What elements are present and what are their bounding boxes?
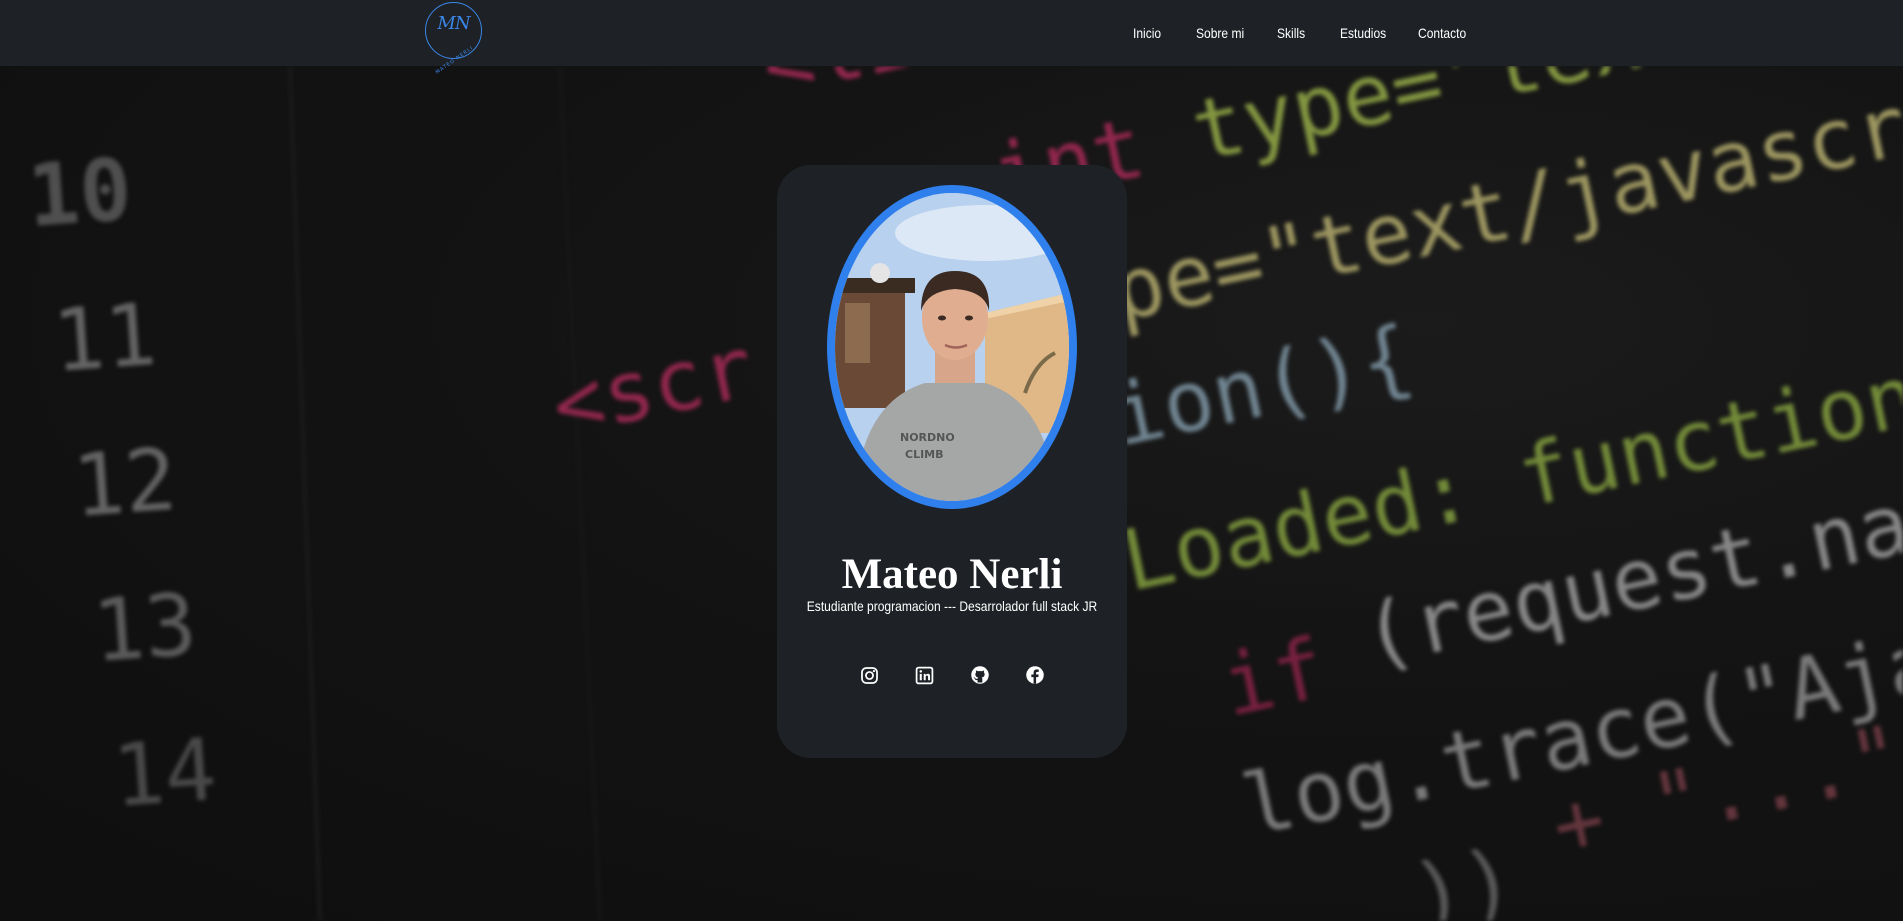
linkedin-link[interactable] [915, 665, 935, 685]
logo-mark: MN [437, 13, 470, 34]
nav-link-skills[interactable]: Skills [1277, 25, 1305, 41]
instagram-link[interactable] [860, 665, 880, 685]
svg-text:NORDNO: NORDNO [900, 431, 955, 444]
avatar-photo: NORDNO CLIMB [835, 193, 1069, 501]
nav-link-estudios[interactable]: Estudios [1340, 25, 1386, 41]
logo[interactable]: MN MATEO NERLI [425, 2, 482, 76]
facebook-icon [1025, 666, 1044, 684]
facebook-link[interactable] [1025, 665, 1045, 685]
nav-link-contacto[interactable]: Contacto [1418, 25, 1466, 41]
avatar: NORDNO CLIMB [835, 193, 1069, 501]
profile-role: Estudiante programacion --- Desarrolador… [806, 598, 1098, 614]
avatar-ring: NORDNO CLIMB [827, 185, 1077, 509]
instagram-icon [861, 666, 878, 684]
github-icon [970, 666, 989, 684]
svg-text:CLIMB: CLIMB [905, 448, 944, 461]
profile-card: NORDNO CLIMB Mateo Nerli Estudiante prog… [777, 165, 1127, 758]
social-links [777, 665, 1127, 685]
navbar: MN MATEO NERLI Inicio Sobre mi Skills Es… [0, 0, 1903, 76]
nav-link-inicio[interactable]: Inicio [1133, 25, 1161, 41]
nav-link-sobre-mi[interactable]: Sobre mi [1196, 25, 1244, 41]
github-link[interactable] [970, 665, 990, 685]
profile-name: Mateo Nerli [841, 551, 1063, 598]
linkedin-icon [915, 666, 934, 684]
